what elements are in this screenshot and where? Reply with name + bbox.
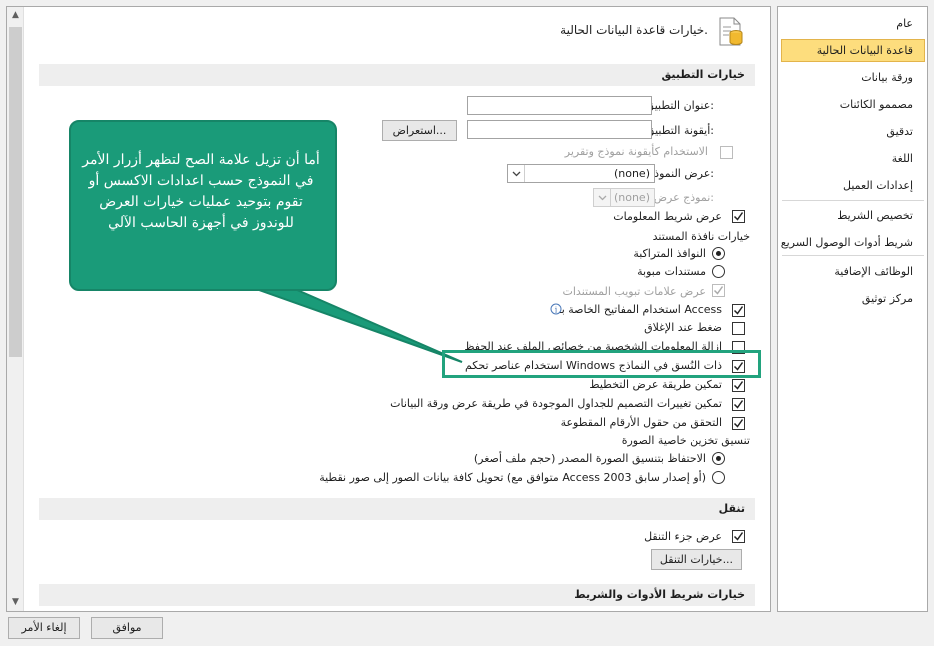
callout-text: أما أن تزيل علامة الصح لتظهر أزرار الأمر…: [82, 152, 320, 231]
highlight-frame: [442, 350, 761, 378]
cancel-button[interactable]: إلغاء الأمر: [8, 617, 80, 639]
callout-pointer: [247, 285, 463, 363]
ok-button[interactable]: موافق: [91, 617, 163, 639]
